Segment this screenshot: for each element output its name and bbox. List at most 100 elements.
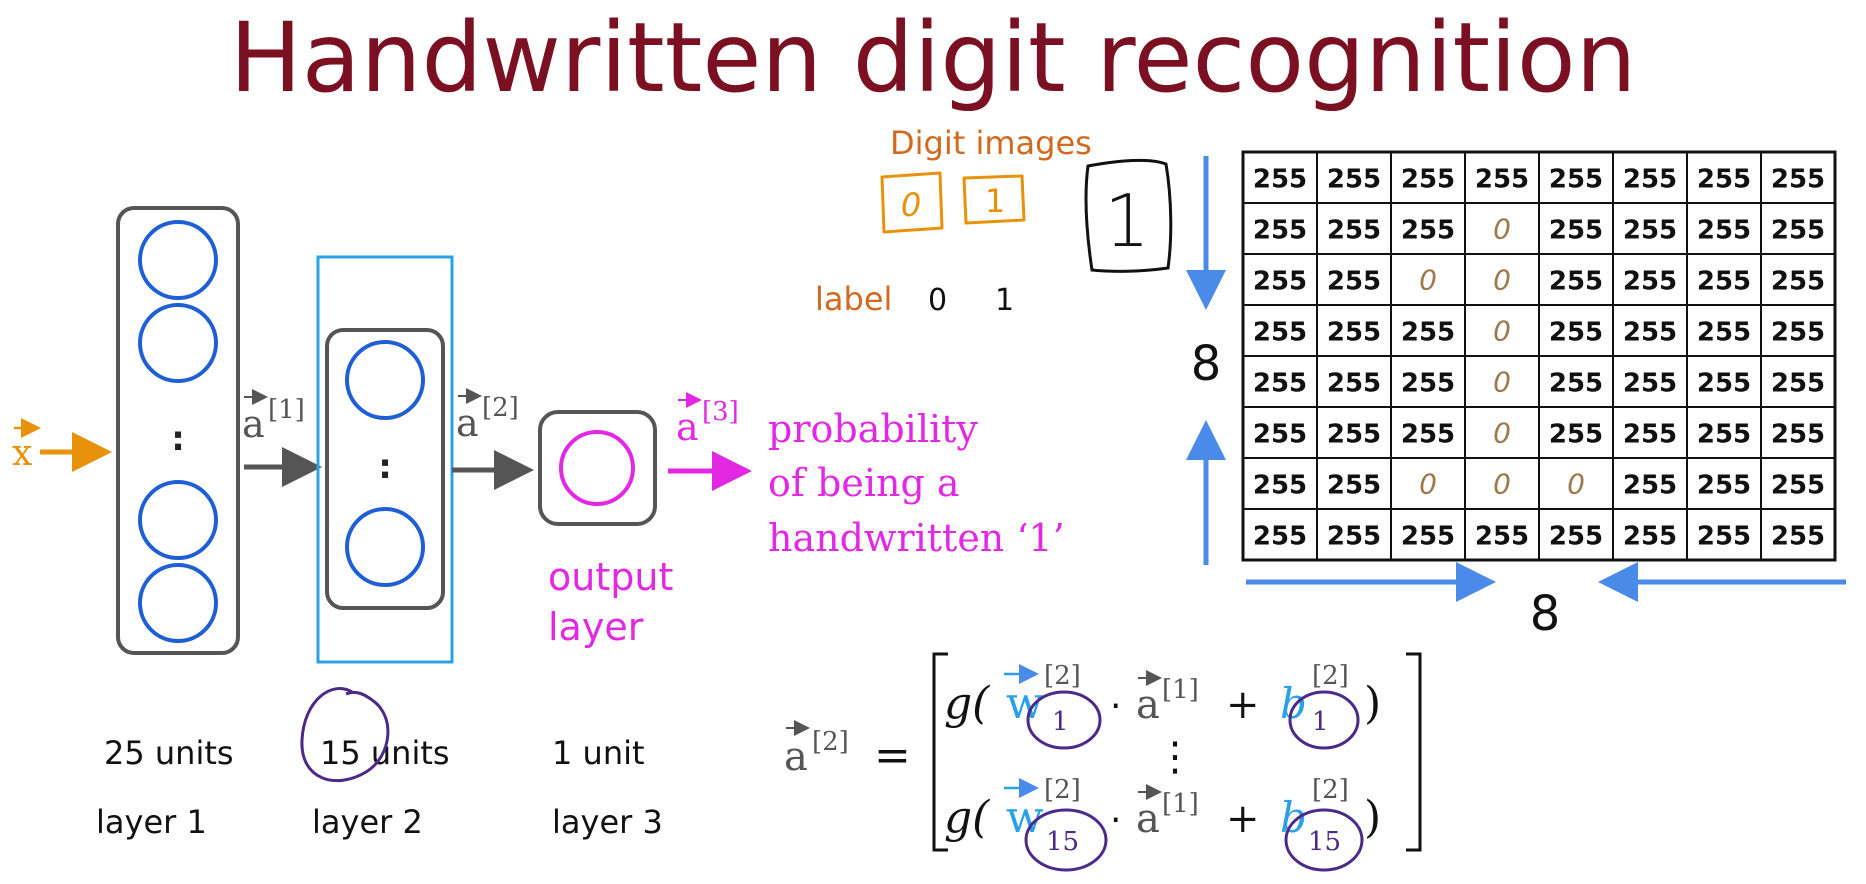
pixel-value: 0 <box>1419 468 1437 501</box>
row2-a-sup: [1] <box>1162 789 1199 819</box>
pixel-value: 255 <box>1697 420 1751 450</box>
output-layer-label-line2: layer <box>548 605 644 649</box>
pixel-value: 0 <box>1567 468 1585 501</box>
pixel-value: 255 <box>1253 318 1307 348</box>
layer-2-units: 15 units <box>320 734 450 772</box>
label-word: label <box>815 280 892 318</box>
row1-plus: + <box>1226 682 1260 728</box>
row1-b-sub: 1 <box>1312 707 1329 737</box>
pixel-value: 0 <box>1493 213 1511 246</box>
label-value-0: 0 <box>928 283 947 318</box>
row1-g: g( <box>944 678 990 729</box>
arrow-a2: a [2] <box>452 388 534 490</box>
arrow-a3: a [3] <box>668 392 752 491</box>
digit-0-glyph: 0 <box>901 186 921 224</box>
row2-g: g( <box>944 792 990 843</box>
pixel-value: 255 <box>1623 471 1677 501</box>
pixel-value: 255 <box>1697 369 1751 399</box>
pixel-value: 255 <box>1253 471 1307 501</box>
pixel-value: 255 <box>1771 318 1825 348</box>
layer-2: : <box>316 255 454 664</box>
pixel-value: 255 <box>1549 165 1603 195</box>
equation-row-2: g( w [2] 15 · a [1] + b [2] 15 ) <box>944 775 1381 872</box>
pixel-value: 0 <box>1493 315 1511 348</box>
pixel-value: 255 <box>1401 369 1455 399</box>
digit-images-title: Digit images <box>890 124 1092 162</box>
neuron-circle <box>345 340 425 420</box>
layer-3-name: layer 3 <box>552 803 663 841</box>
input-x-label: x <box>12 433 32 474</box>
label-value-1: 1 <box>995 283 1014 318</box>
pixel-value: 255 <box>1623 267 1677 297</box>
layer-1: : <box>116 206 240 655</box>
pixel-value: 255 <box>1771 165 1825 195</box>
pixel-value: 255 <box>1327 216 1381 246</box>
right-bracket-icon <box>1406 652 1422 852</box>
arrow-a1-sup: [1] <box>268 395 305 425</box>
pixel-value: 255 <box>1771 471 1825 501</box>
row2-b: b <box>1280 793 1307 842</box>
digit-images: Digit images 0 1 label 0 1 1 <box>815 124 1173 318</box>
pixel-value: 255 <box>1771 369 1825 399</box>
sample-digit-glyph: 1 <box>1104 179 1150 263</box>
pixel-value: 255 <box>1623 369 1677 399</box>
pixel-value: 255 <box>1253 165 1307 195</box>
neuron-circle <box>138 563 218 643</box>
pixel-value: 255 <box>1253 267 1307 297</box>
pixel-value: 255 <box>1771 522 1825 552</box>
pixel-value: 255 <box>1623 522 1677 552</box>
pixel-value: 255 <box>1253 369 1307 399</box>
diagram-canvas: x : a [1] : a [2] output layer a [3] pro… <box>12 124 1846 872</box>
arrow-a3-sup: [3] <box>702 397 739 427</box>
digit-1-glyph: 1 <box>985 182 1005 220</box>
pixel-value: 255 <box>1401 522 1455 552</box>
pixel-value: 255 <box>1549 369 1603 399</box>
pixel-value: 255 <box>1475 522 1529 552</box>
layer-3-units: 1 unit <box>552 734 645 772</box>
output-layer-box <box>538 410 657 526</box>
pixel-value: 255 <box>1549 267 1603 297</box>
equation-lhs-base: a <box>784 734 808 780</box>
grid-height-label: 8 <box>1191 336 1222 392</box>
row1-w-sub: 1 <box>1052 707 1069 737</box>
row1-w-sup: [2] <box>1044 661 1081 691</box>
pixel-value: 255 <box>1697 267 1751 297</box>
output-description: probability of being a handwritten ‘1’ <box>768 407 1065 560</box>
row2-w-sup: [2] <box>1044 775 1081 805</box>
pixel-grid: 255 255 255 255 255 255 255 255 255 255 255 0 255 255… <box>1241 150 1837 562</box>
row1-b: b <box>1280 679 1307 728</box>
pixel-value: 255 <box>1697 216 1751 246</box>
pixel-value: 255 <box>1327 165 1381 195</box>
row1-b-sup: [2] <box>1312 661 1349 691</box>
pixel-value: 255 <box>1623 165 1677 195</box>
row2-dot: · <box>1110 800 1121 841</box>
row2-w-sub: 15 <box>1046 827 1079 857</box>
row1-close: ) <box>1364 678 1381 729</box>
output-description-line1: probability <box>768 407 978 451</box>
pixel-value: 255 <box>1327 471 1381 501</box>
pixel-value: 255 <box>1623 318 1677 348</box>
output-neuron-circle <box>559 430 635 506</box>
pixel-value: 255 <box>1623 216 1677 246</box>
pixel-value: 255 <box>1401 216 1455 246</box>
pixel-value: 255 <box>1771 216 1825 246</box>
arrow-a1: a [1] <box>242 389 322 487</box>
equation: a [2] = g( w [2] 1 · a [1] + b [2] 1 ) ⋮ <box>784 652 1422 872</box>
output-description-line3: handwritten ‘1’ <box>768 516 1065 560</box>
pixel-value: 255 <box>1549 318 1603 348</box>
pixel-value: 255 <box>1401 420 1455 450</box>
pixel-value: 255 <box>1697 522 1751 552</box>
row2-b-sup: [2] <box>1312 775 1349 805</box>
pixel-value: 0 <box>1419 264 1437 297</box>
output-description-line2: of being a <box>768 461 960 505</box>
pixel-value: 255 <box>1697 165 1751 195</box>
row1-a-sup: [1] <box>1162 675 1199 705</box>
pixel-value: 255 <box>1401 165 1455 195</box>
arrow-a1-base: a <box>242 402 265 446</box>
pixel-value: 255 <box>1253 522 1307 552</box>
neuron-circle <box>138 220 218 300</box>
arrow-a2-sup: [2] <box>482 393 519 423</box>
grid-width-label: 8 <box>1530 586 1561 642</box>
row2-b-sub: 15 <box>1308 827 1341 857</box>
pixel-value: 255 <box>1253 216 1307 246</box>
